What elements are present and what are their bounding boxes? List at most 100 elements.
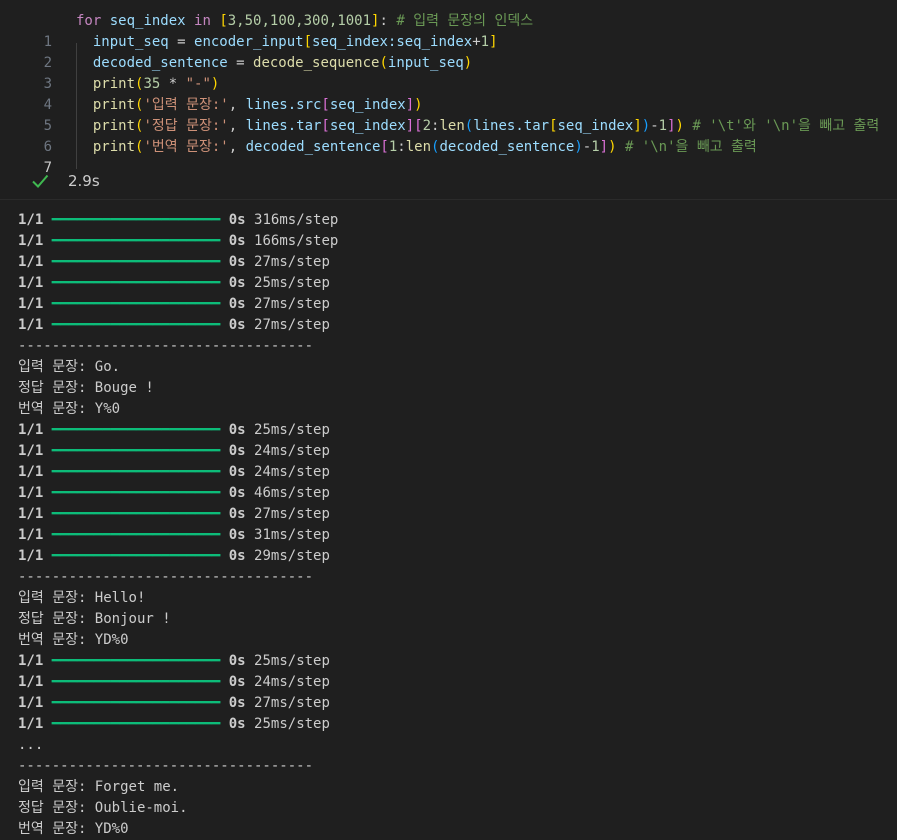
step-count: 1/1 — [18, 653, 44, 669]
progress-bar: ━━━━━━━━━━━━━━━━━━━━ — [51, 674, 221, 690]
elapsed-time: 0s — [228, 443, 246, 459]
execution-time: 2.9s — [68, 172, 100, 190]
function-token: len — [439, 118, 465, 134]
code-line-content: print('입력 문장:', lines.src[seq_index]) — [76, 95, 423, 116]
cell-output[interactable]: 1/1 ━━━━━━━━━━━━━━━━━━━━ 0s 316ms/step 1/… — [0, 210, 897, 840]
progress-bar: ━━━━━━━━━━━━━━━━━━━━ — [51, 527, 221, 543]
string-token: '번역 문장:' — [143, 139, 229, 155]
variable-token: lines.tar — [473, 118, 550, 134]
code-line[interactable]: 7 print('번역 문장:', decoded_sentence[1:len… — [0, 137, 897, 176]
operator-token: + — [472, 34, 481, 50]
comment-token: # '\n'을 빼고 출력 — [616, 139, 757, 155]
bracket-token: ( — [379, 55, 388, 71]
variable-token: decoded_sentence — [92, 55, 228, 71]
elapsed-time: 0s — [228, 674, 246, 690]
function-token: print — [92, 97, 136, 113]
variable-token: input_seq — [387, 55, 464, 71]
output-text-line: ----------------------------------- — [18, 569, 314, 585]
progress-line: 1/1 ━━━━━━━━━━━━━━━━━━━━ 0s 25ms/step — [0, 651, 897, 672]
progress-bar: ━━━━━━━━━━━━━━━━━━━━ — [51, 254, 221, 270]
bracket-token: ) — [675, 118, 684, 134]
bracket-token: [ — [321, 118, 330, 134]
keyword-token: for — [76, 13, 102, 29]
notebook-code-cell[interactable]: 1 for seq_index in [3,50,100,300,1001]: … — [0, 0, 897, 200]
step-count: 1/1 — [18, 275, 44, 291]
code-line-content: print('정답 문장:', lines.tar[seq_index][2:l… — [76, 116, 879, 137]
variable-token: lines.tar — [245, 118, 322, 134]
punct-token: , — [228, 118, 246, 134]
step-rate: 27ms/step — [254, 695, 330, 711]
comment-token: # '\t'와 '\n'을 빼고 출력 — [683, 118, 880, 134]
operator-token: - — [582, 139, 592, 155]
progress-bar: ━━━━━━━━━━━━━━━━━━━━ — [51, 485, 221, 501]
string-token: "-" — [185, 76, 211, 92]
elapsed-time: 0s — [228, 275, 246, 291]
progress-bar: ━━━━━━━━━━━━━━━━━━━━ — [51, 275, 221, 291]
variable-token: lines.src — [245, 97, 322, 113]
step-count: 1/1 — [18, 254, 44, 270]
variable-token: decoded_sentence — [439, 139, 575, 155]
elapsed-time: 0s — [228, 653, 246, 669]
code-line[interactable]: 1 for seq_index in [3,50,100,300,1001]: … — [0, 11, 897, 50]
variable-token: input_seq — [92, 34, 169, 50]
elapsed-time: 0s — [228, 695, 246, 711]
code-line[interactable]: 5 print('입력 문장:', lines.src[seq_index]) — [0, 95, 897, 134]
variable-token: seq_index:seq_index — [312, 34, 473, 50]
elapsed-time: 0s — [228, 464, 246, 480]
step-rate: 166ms/step — [254, 233, 339, 249]
bracket-token: ) — [463, 55, 473, 71]
code-line[interactable]: 6 print('정답 문장:', lines.tar[seq_index][2… — [0, 116, 897, 155]
progress-line: 1/1 ━━━━━━━━━━━━━━━━━━━━ 0s 31ms/step — [0, 525, 897, 546]
progress-bar: ━━━━━━━━━━━━━━━━━━━━ — [51, 317, 221, 333]
progress-line: 1/1 ━━━━━━━━━━━━━━━━━━━━ 0s 27ms/step — [0, 294, 897, 315]
progress-bar: ━━━━━━━━━━━━━━━━━━━━ — [51, 548, 221, 564]
progress-bar: ━━━━━━━━━━━━━━━━━━━━ — [51, 716, 221, 732]
function-token: decode_sequence — [253, 55, 380, 71]
progress-line: 1/1 ━━━━━━━━━━━━━━━━━━━━ 0s 166ms/step — [0, 231, 897, 252]
step-count: 1/1 — [18, 674, 44, 690]
step-rate: 27ms/step — [254, 317, 330, 333]
step-count: 1/1 — [18, 443, 44, 459]
output-text-line: ----------------------------------- — [18, 338, 314, 354]
bracket-token: [ — [414, 118, 423, 134]
operator-token: = — [227, 55, 254, 71]
progress-line: 1/1 ━━━━━━━━━━━━━━━━━━━━ 0s 24ms/step — [0, 441, 897, 462]
progress-line: 1/1 ━━━━━━━━━━━━━━━━━━━━ 0s 25ms/step — [0, 420, 897, 441]
bracket-token: ] — [667, 118, 676, 134]
operator-token: - — [650, 118, 659, 134]
code-editor[interactable]: 1 for seq_index in [3,50,100,300,1001]: … — [0, 11, 897, 176]
function-token: print — [92, 118, 136, 134]
step-count: 1/1 — [18, 548, 44, 564]
step-count: 1/1 — [18, 464, 44, 480]
variable-token: seq_index — [557, 118, 634, 134]
elapsed-time: 0s — [228, 212, 246, 228]
code-line[interactable]: 4 print(35 * "-") — [0, 74, 897, 113]
bracket-token: ( — [464, 118, 474, 134]
code-line[interactable]: 3 decoded_sentence = decode_sequence(inp… — [0, 53, 897, 92]
progress-bar: ━━━━━━━━━━━━━━━━━━━━ — [51, 653, 221, 669]
progress-bar: ━━━━━━━━━━━━━━━━━━━━ — [51, 296, 221, 312]
output-text-line: 번역 문장: YD%0 — [18, 821, 129, 837]
bracket-token: [ — [303, 34, 313, 50]
step-rate: 24ms/step — [254, 464, 330, 480]
number-token: 35 — [143, 76, 161, 92]
progress-bar: ━━━━━━━━━━━━━━━━━━━━ — [51, 233, 221, 249]
progress-line: 1/1 ━━━━━━━━━━━━━━━━━━━━ 0s 25ms/step — [0, 714, 897, 735]
variable-token: encoder_input — [194, 34, 304, 50]
variable-token: seq_index — [329, 97, 406, 113]
step-rate: 46ms/step — [254, 485, 330, 501]
output-text-line: ----------------------------------- — [18, 758, 314, 774]
variable-token: seq_index — [101, 13, 195, 29]
bracket-token: ) — [574, 139, 583, 155]
bracket-token: [ — [549, 118, 558, 134]
keyword-token: in — [194, 13, 211, 29]
progress-bar: ━━━━━━━━━━━━━━━━━━━━ — [51, 506, 221, 522]
bracket-token: ) — [641, 118, 651, 134]
number-token: 1 — [480, 34, 490, 50]
code-line[interactable]: 2 input_seq = encoder_input[seq_index:se… — [0, 32, 897, 71]
progress-line: 1/1 ━━━━━━━━━━━━━━━━━━━━ 0s 25ms/step — [0, 273, 897, 294]
step-rate: 27ms/step — [254, 506, 330, 522]
step-rate: 27ms/step — [254, 254, 330, 270]
bracket-token: ) — [414, 97, 423, 113]
code-line-content: decoded_sentence = decode_sequence(input… — [76, 53, 472, 74]
